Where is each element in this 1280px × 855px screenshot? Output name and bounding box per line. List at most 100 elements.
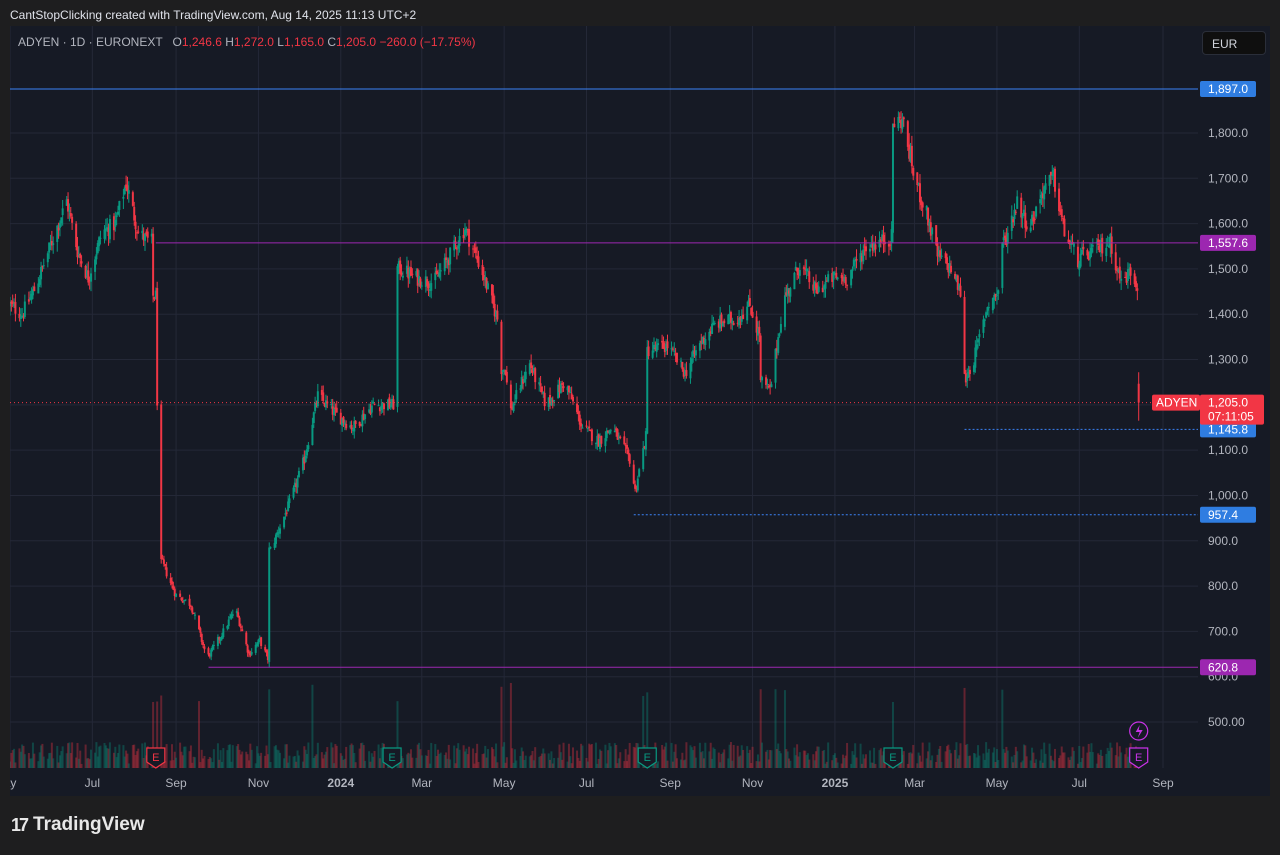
tradingview-logo[interactable]: 17 TradingView: [11, 814, 145, 836]
volume-bar: [335, 745, 338, 768]
volume-bar: [307, 742, 310, 768]
candle-body: [968, 369, 971, 374]
candle-body: [789, 288, 792, 297]
volume-bar: [931, 755, 934, 768]
volume-bar: [212, 749, 215, 768]
volume-bar: [108, 742, 111, 768]
candle-body: [180, 597, 183, 601]
candle-body: [901, 119, 904, 129]
candle-body: [685, 370, 688, 376]
candle-body: [33, 286, 36, 292]
candle-body: [1004, 235, 1007, 238]
candle-body: [898, 116, 901, 118]
volume-bar: [827, 742, 830, 768]
candle-body: [11, 301, 14, 304]
chart-pane[interactable]: 500.00 600.0 700.0 800.0 900.0 1,000.0 1,100.0…: [10, 26, 1270, 796]
candle-body: [1097, 239, 1100, 245]
candle-body: [523, 378, 526, 383]
candle-body: [246, 645, 249, 653]
candle-body: [1058, 188, 1061, 212]
price-chart[interactable]: 500.00600.0700.0800.0900.01,000.01,100.0…: [10, 26, 1270, 796]
candle-body: [1072, 243, 1075, 247]
volume-bar: [33, 753, 36, 768]
candle-body: [285, 512, 288, 514]
candle-body: [419, 278, 422, 287]
volume-bar: [468, 746, 471, 768]
volume-bar: [779, 753, 782, 768]
candle-body: [651, 350, 654, 358]
candle-body: [524, 371, 527, 380]
candle-body: [161, 558, 164, 560]
candle-body: [115, 215, 118, 218]
candle-body: [279, 528, 282, 534]
candle-body: [889, 244, 892, 246]
legend-open: 1,246.6: [181, 35, 222, 49]
volume-bar: [978, 755, 981, 768]
candle-body: [439, 270, 442, 272]
volume-bar: [921, 742, 924, 768]
candle-body: [779, 324, 782, 333]
candle-body: [193, 614, 196, 616]
candle-body: [987, 307, 990, 309]
candle-body: [377, 405, 380, 407]
candle-body: [268, 547, 271, 662]
volume-bar: [657, 761, 660, 768]
candle-body: [1120, 278, 1123, 281]
candle-body: [600, 435, 603, 444]
candle-body: [680, 360, 683, 362]
candle-body: [562, 386, 565, 389]
candle-body: [269, 547, 272, 549]
candle-body: [57, 227, 60, 231]
candle-body: [569, 392, 572, 394]
candle-body: [1035, 206, 1038, 217]
candle-body: [959, 285, 962, 297]
candle-body: [203, 646, 206, 650]
candle-body: [824, 281, 827, 289]
candle-body: [438, 272, 441, 278]
candle-body: [430, 283, 433, 291]
candle-body: [192, 612, 195, 614]
currency-selector[interactable]: EUR: [1202, 31, 1266, 55]
candle-body: [207, 648, 210, 655]
candle-body: [1033, 218, 1036, 221]
candle-body: [239, 626, 242, 628]
candle-body: [162, 559, 165, 564]
candle-body: [38, 279, 41, 285]
candle-body: [99, 237, 102, 239]
volume-bar: [1006, 750, 1009, 768]
volume-bar: [241, 751, 244, 768]
candle-body: [175, 593, 178, 597]
price-axis-label: 500.00: [1208, 715, 1245, 729]
symbol-legend[interactable]: ADYEN · 1D · EURONEXT O1,246.6 H1,272.0 …: [18, 35, 476, 49]
volume-bar: [260, 752, 263, 768]
candle-body: [711, 323, 714, 334]
volume-bar: [198, 701, 201, 768]
price-axis-label: 1,800.0: [1208, 126, 1248, 140]
candle-body: [713, 322, 716, 324]
candle-body: [250, 652, 253, 655]
candle-body: [241, 629, 244, 632]
candle-body: [181, 601, 184, 603]
price-axis-label: 800.0: [1208, 579, 1238, 593]
candle-body: [540, 386, 543, 393]
candle-body: [974, 347, 977, 368]
volume-bar: [505, 757, 508, 768]
volume-bar: [543, 753, 546, 768]
candle-body: [1079, 253, 1082, 267]
candle-body: [1029, 227, 1032, 232]
candle-body: [553, 400, 556, 402]
volume-bar: [269, 762, 272, 768]
volume-bar: [789, 760, 792, 768]
candle-body: [231, 614, 234, 616]
candle-body: [746, 306, 749, 321]
candle-body: [1105, 247, 1108, 257]
volume-bar: [704, 742, 707, 768]
candle-body: [420, 285, 423, 287]
candle-body: [435, 270, 438, 275]
candle-body: [509, 384, 512, 409]
volume-bar: [855, 757, 858, 768]
candle-body: [94, 259, 97, 272]
volume-bar: [675, 758, 678, 768]
candle-body: [997, 290, 1000, 294]
candle-body: [462, 234, 465, 239]
